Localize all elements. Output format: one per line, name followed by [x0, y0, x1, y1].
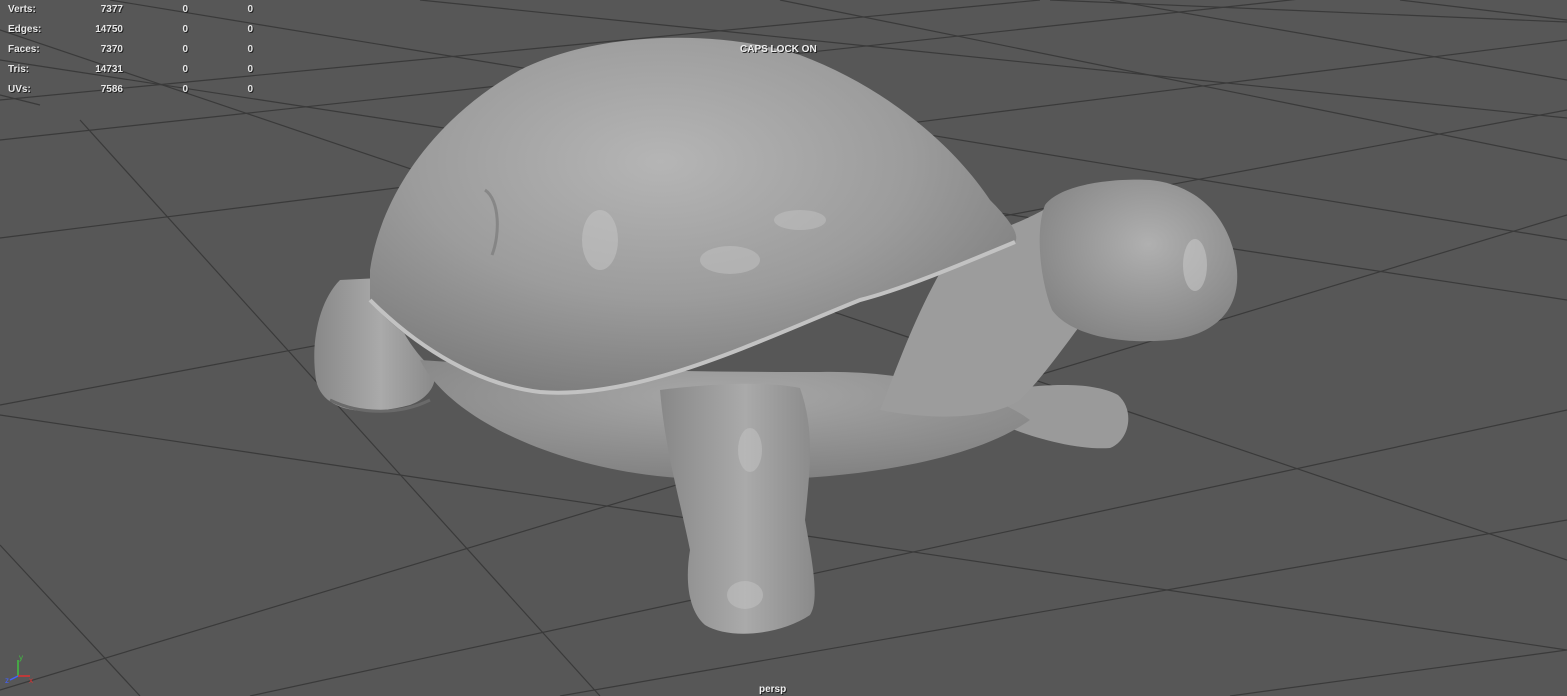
- hud-value: 7370: [100, 44, 123, 55]
- hud-label: Edges:: [8, 24, 42, 35]
- hud-value: 14731: [95, 64, 123, 75]
- hud-value: 0: [182, 84, 188, 95]
- axis-gizmo-icon: y z x: [5, 653, 33, 685]
- axis-label-y: y: [19, 653, 23, 662]
- hud-value: 0: [182, 64, 188, 75]
- hud-value: 7586: [100, 84, 123, 95]
- caps-lock-indicator: CAPS LOCK ON: [740, 44, 817, 55]
- hud-value: 0: [247, 64, 253, 75]
- camera-name-label: persp: [759, 684, 787, 695]
- hud-row-tris: Tris: 14731 0 0: [0, 60, 260, 80]
- hud-value: 0: [182, 4, 188, 15]
- hud-value: 14750: [95, 24, 123, 35]
- hud-value: 0: [247, 4, 253, 15]
- hud-value: 0: [247, 24, 253, 35]
- hud-row-uvs: UVs: 7586 0 0: [0, 80, 260, 100]
- axis-label-x: x: [29, 676, 33, 685]
- axis-label-z: z: [5, 676, 9, 685]
- hud-label: Tris:: [8, 64, 30, 75]
- hud-value: 0: [247, 44, 253, 55]
- hud-value: 0: [182, 24, 188, 35]
- hud-value: 0: [247, 84, 253, 95]
- turtle-model[interactable]: [314, 37, 1238, 634]
- hud-label: Verts:: [8, 4, 36, 15]
- hud-row-faces: Faces: 7370 0 0: [0, 40, 260, 60]
- hud-label: UVs:: [8, 84, 31, 95]
- hud-value: 7377: [100, 4, 123, 15]
- hud-row-edges: Edges: 14750 0 0: [0, 20, 260, 40]
- scene-canvas[interactable]: [0, 0, 1567, 696]
- hud-value: 0: [182, 44, 188, 55]
- perspective-viewport[interactable]: Verts: 7377 0 0 Edges: 14750 0 0 Faces: …: [0, 0, 1567, 696]
- hud-row-verts: Verts: 7377 0 0: [0, 0, 260, 20]
- hud-label: Faces:: [8, 44, 40, 55]
